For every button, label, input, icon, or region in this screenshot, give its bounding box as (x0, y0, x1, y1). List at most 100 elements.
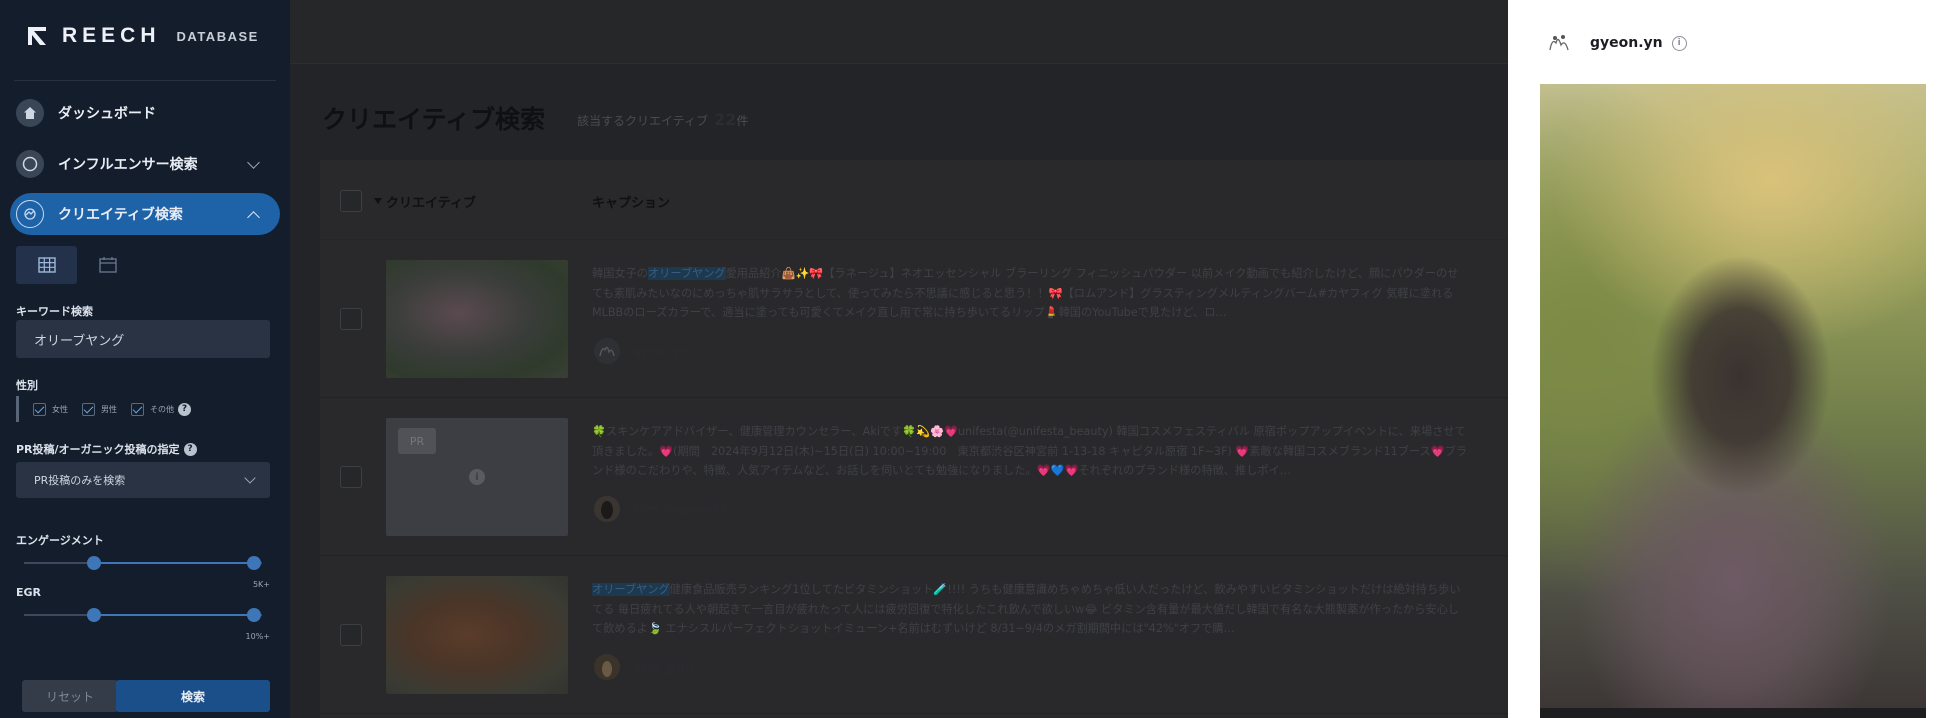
column-caption: キャプション (592, 196, 671, 211)
help-icon[interactable]: ? (183, 442, 197, 456)
slider-max-handle[interactable] (247, 556, 261, 570)
chevron-down-icon (244, 472, 256, 484)
row-checkbox[interactable] (340, 466, 362, 488)
nav-influencer-search-label: インフルエンサー検索 (58, 157, 198, 173)
calendar-view-button[interactable] (77, 246, 138, 284)
caption-text: オリーブヤング健康食品販売ランキング1位してたビタミンショット🧪!!!! うちも… (592, 580, 1468, 640)
panel-header: gyeon.yn i (1544, 28, 1687, 58)
slider-min-handle[interactable] (87, 556, 101, 570)
creator-link[interactable]: 2sall_gatti (594, 654, 693, 680)
nav-dashboard[interactable]: ダッシュボード (10, 92, 280, 134)
gender-label: 性別 (16, 379, 38, 392)
pr-badge: PR (398, 428, 436, 454)
gender-female-checkbox[interactable]: 女性 (33, 402, 68, 416)
creative-icon (16, 200, 44, 228)
creator-link[interactable]: gyeon.yn (594, 338, 687, 364)
egr-label: EGR (16, 586, 42, 599)
checkbox-checked-icon (33, 402, 46, 416)
main-content: クリエイティブ検索 該当するクリエイティブ 22 件 クリエイティブ キャプショ… (290, 0, 1508, 718)
app-root: REECH DATABASE ダッシュボード インフルエンサー検索 クリエイティ… (0, 0, 1950, 718)
avatar[interactable] (1544, 28, 1574, 58)
egr-max-label: 10%+ (245, 632, 270, 641)
engagement-slider[interactable] (24, 556, 262, 570)
table-row[interactable]: オリーブヤング健康食品販売ランキング1位してたビタミンショット🧪!!!! うちも… (320, 558, 1508, 714)
row-checkbox[interactable] (340, 308, 362, 330)
home-icon (16, 99, 44, 127)
creative-preview-image[interactable] (1540, 84, 1926, 718)
engagement-label: エンゲージメント (16, 534, 104, 547)
page-title: クリエイティブ検索 (322, 105, 546, 134)
checkbox-checked-icon (82, 402, 95, 416)
creative-thumbnail[interactable] (386, 576, 568, 694)
nav-creative-search-label: クリエイティブ検索 (58, 207, 183, 223)
nav-dashboard-label: ダッシュボード (58, 106, 156, 122)
info-icon[interactable]: i (1671, 35, 1687, 51)
pr-filter-label-row: PR投稿/オーガニック投稿の指定 ? (16, 441, 197, 457)
avatar (594, 338, 620, 364)
search-button[interactable]: 検索 (116, 680, 270, 712)
result-count-unit: 件 (736, 114, 749, 128)
gender-other-checkbox[interactable]: その他? (131, 402, 191, 416)
creative-thumbnail-pr[interactable]: PR i (386, 418, 568, 536)
caption-highlight: オリーブヤング (592, 583, 670, 596)
reset-button[interactable]: リセット (22, 680, 118, 712)
creative-thumbnail[interactable] (386, 260, 568, 378)
grid-view-button[interactable] (16, 246, 77, 284)
brand-name: REECH (62, 24, 161, 47)
slider-fill (94, 562, 254, 564)
table-row[interactable]: 韓国女子のオリーブヤング愛用品紹介👜✨🎀【ラネージュ】ネオエッセンシャル ブラー… (320, 242, 1508, 398)
view-toggle (16, 246, 138, 284)
slider-min-handle[interactable] (87, 608, 101, 622)
slider-max-handle[interactable] (247, 608, 261, 622)
creator-username: gyeon.yn (634, 344, 688, 358)
gender-bar (16, 396, 19, 422)
grid-view-icon (37, 257, 56, 273)
brand-logo[interactable]: REECH DATABASE (26, 22, 259, 50)
pr-filter-label: PR投稿/オーガニック投稿の指定 (16, 443, 180, 456)
pr-filter-value: PR投稿のみを検索 (34, 474, 126, 487)
select-all-checkbox[interactable] (340, 190, 362, 212)
caption-pre: 韓国女子の (592, 267, 648, 280)
creator-username: 2sall_gatti (634, 660, 694, 674)
gender-male-checkbox[interactable]: 男性 (82, 402, 117, 416)
calendar-view-icon (98, 257, 117, 273)
sidebar: REECH DATABASE ダッシュボード インフルエンサー検索 クリエイティ… (0, 0, 290, 718)
result-count-prefix: 該当するクリエイティブ (577, 114, 709, 128)
pr-filter-select[interactable]: PR投稿のみを検索 (16, 462, 270, 498)
search-icon (16, 150, 44, 178)
nav-creative-search[interactable]: クリエイティブ検索 (10, 193, 280, 235)
avatar (594, 654, 620, 680)
column-creative[interactable]: クリエイティブ (386, 192, 476, 211)
table-header: クリエイティブ キャプション (320, 160, 1508, 240)
sort-down-icon[interactable] (374, 198, 382, 204)
chevron-down-icon (247, 156, 260, 169)
slider-fill (94, 614, 254, 616)
caption-post: 健康食品販売ランキング1位してたビタミンショット🧪!!!! うちも健康意識めちゃ… (592, 583, 1461, 635)
checkbox-checked-icon (131, 402, 144, 416)
caption-post: 🍀スキンケアアドバイザー、健康管理カウンセラー、Akiです🍀💫🌸💗unifest… (592, 425, 1468, 477)
table-row[interactable]: PR i 🍀スキンケアアドバイザー、健康管理カウンセラー、Akiです🍀💫🌸💗un… (320, 400, 1508, 556)
egr-slider[interactable] (24, 608, 262, 622)
gender-options: 女性 男性 その他? (16, 396, 205, 422)
brand-sub: DATABASE (176, 28, 259, 44)
reech-logo-icon (26, 25, 48, 47)
avatar (594, 496, 620, 522)
nav-influencer-search[interactable]: インフルエンサー検索 (10, 143, 280, 185)
chevron-up-icon (247, 211, 260, 224)
preview-bottom-strip (1540, 708, 1926, 718)
result-count-number: 22 (714, 110, 737, 129)
gender-other-label: その他 (150, 404, 174, 414)
caption-text: 韓国女子のオリーブヤング愛用品紹介👜✨🎀【ラネージュ】ネオエッセンシャル ブラー… (592, 264, 1468, 324)
engagement-max-label: 5K+ (252, 580, 270, 589)
keyword-label: キーワード検索 (16, 305, 93, 318)
divider (14, 80, 276, 81)
creator-username: kirei_tanpopo77 (634, 502, 727, 516)
row-checkbox[interactable] (340, 624, 362, 646)
keyword-input[interactable]: オリーブヤング (16, 320, 270, 358)
gender-male-label: 男性 (101, 404, 117, 414)
panel-username[interactable]: gyeon.yn (1590, 35, 1663, 51)
help-icon[interactable]: ? (178, 402, 191, 416)
caption-highlight: オリーブヤング (647, 267, 726, 280)
creator-link[interactable]: kirei_tanpopo77 (594, 496, 727, 522)
info-icon: i (469, 469, 485, 485)
